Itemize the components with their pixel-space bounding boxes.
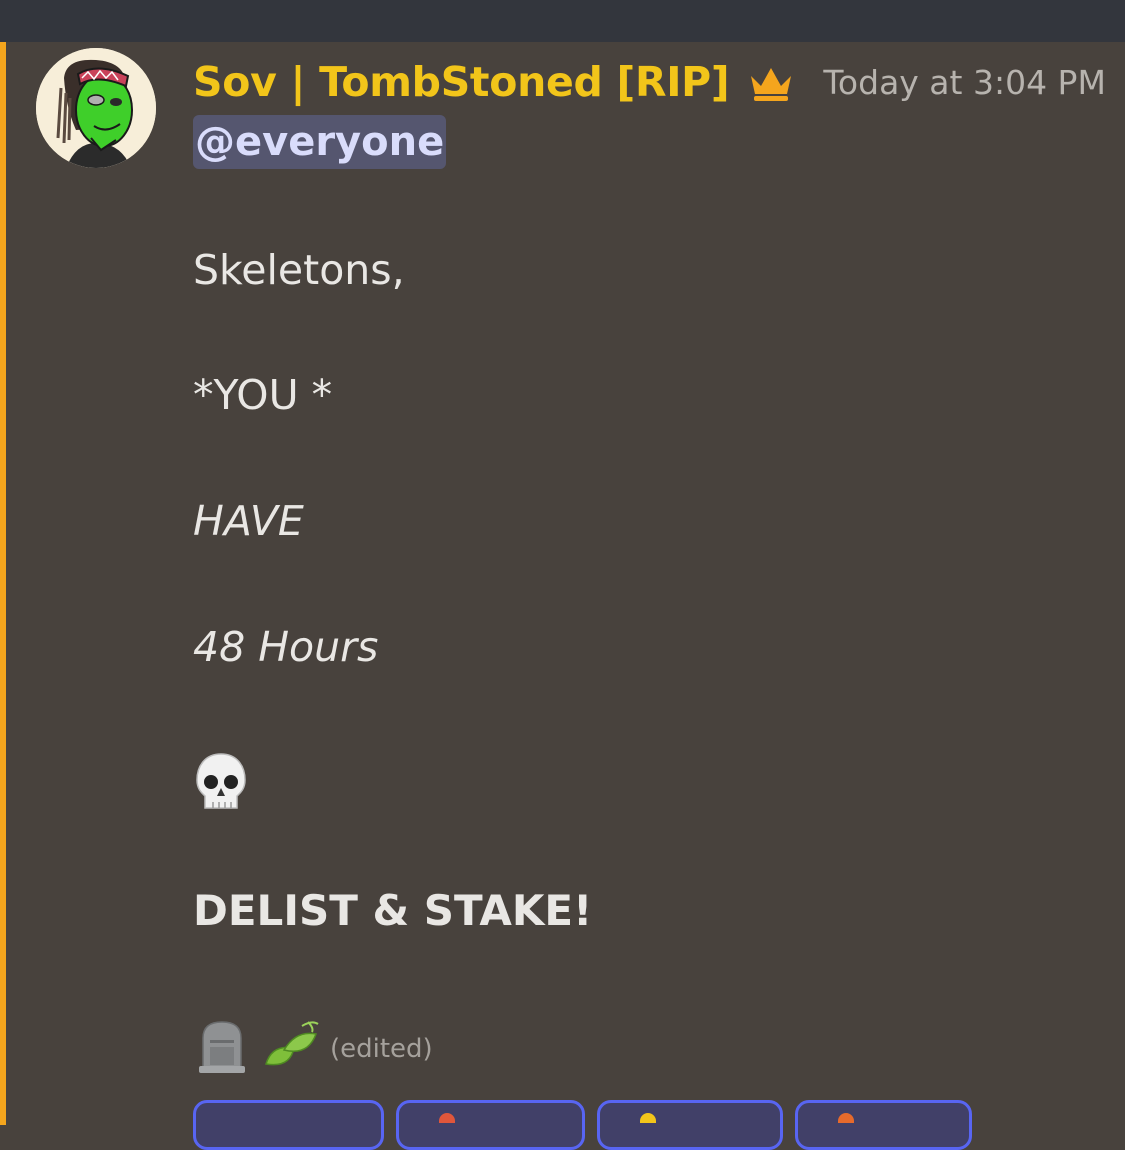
avatar[interactable] — [36, 48, 156, 168]
message-line-have: HAVE — [193, 497, 304, 545]
skull-emoji-icon — [195, 752, 247, 812]
leaves-emoji-icon — [262, 1018, 322, 1074]
reaction-button[interactable] — [396, 1100, 585, 1150]
reaction-button[interactable] — [597, 1100, 783, 1150]
message-header: Sov | TombStoned [RIP] Today at 3:04 PM — [193, 54, 1106, 110]
highlight-accent-bar — [0, 42, 6, 1125]
everyone-mention[interactable]: @everyone — [193, 115, 447, 169]
top-bar — [0, 0, 1125, 42]
reaction-button[interactable] — [193, 1100, 384, 1150]
message-timestamp: Today at 3:04 PM — [823, 62, 1106, 102]
message-line-callout: DELIST & STAKE! — [193, 886, 593, 935]
reactions-row — [193, 1100, 972, 1150]
message-line-greeting: Skeletons, — [193, 246, 405, 294]
username[interactable]: Sov | TombStoned [RIP] — [193, 58, 730, 106]
edited-label: (edited) — [330, 1034, 433, 1064]
reaction-button[interactable] — [795, 1100, 972, 1150]
crown-icon — [747, 62, 795, 102]
message-line-you: *YOU * — [193, 371, 333, 419]
message-line-hours: 48 Hours — [193, 623, 379, 671]
headstone-emoji-icon — [197, 1018, 247, 1074]
